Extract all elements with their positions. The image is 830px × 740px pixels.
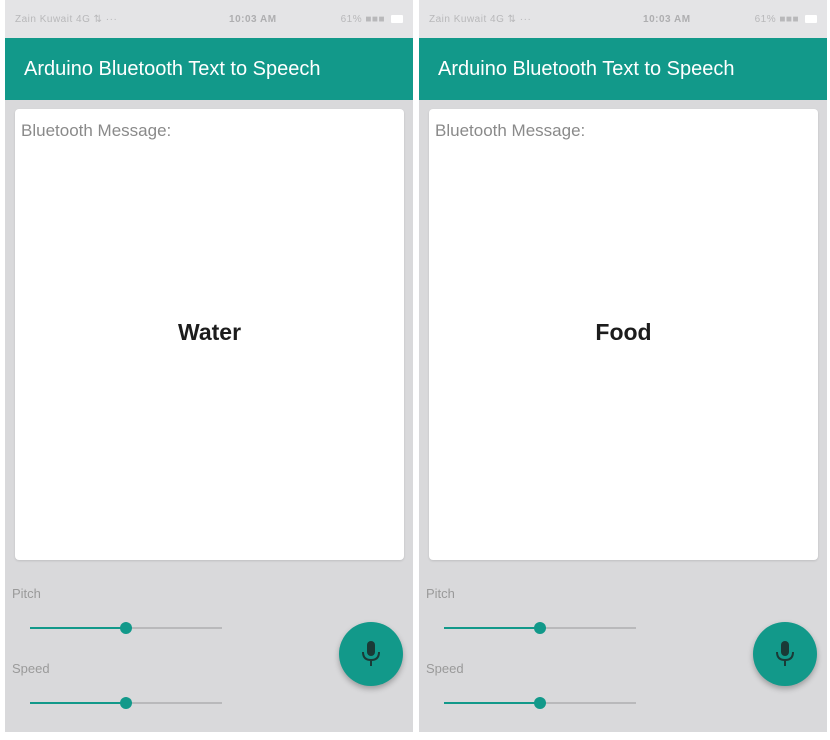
app-title: Arduino Bluetooth Text to Speech xyxy=(438,57,735,80)
pitch-label: Pitch xyxy=(12,586,41,601)
slider-fill xyxy=(444,702,540,704)
app-bar: Arduino Bluetooth Text to Speech xyxy=(419,38,827,100)
battery-indicator: 61% ■■■ xyxy=(755,14,817,25)
phone-screen-right: Zain Kuwait 4G ⇅ ··· 10:03 AM 61% ■■■ Ar… xyxy=(419,0,827,732)
microphone-button[interactable] xyxy=(753,622,817,686)
message-card: Bluetooth Message: Food xyxy=(429,109,818,560)
bluetooth-message-text: Food xyxy=(595,319,652,345)
speed-label: Speed xyxy=(12,661,50,676)
bluetooth-message-text: Water xyxy=(177,319,242,345)
phone-screen-left: Zain Kuwait 4G ⇅ ··· 10:03 AM 61% ■■■ Ar… xyxy=(5,0,413,732)
slider-fill xyxy=(30,702,126,704)
slider-thumb[interactable] xyxy=(120,622,132,634)
battery-text: 61% ■■■ xyxy=(754,13,799,25)
message-label: Bluetooth Message: xyxy=(435,121,586,140)
clock-text: 10:03 AM xyxy=(643,13,691,25)
clock-text: 10:03 AM xyxy=(229,13,277,25)
status-bar: Zain Kuwait 4G ⇅ ··· 10:03 AM 61% ■■■ xyxy=(5,0,413,38)
slider-fill xyxy=(30,627,126,629)
carrier-text: Zain Kuwait 4G ⇅ ··· xyxy=(429,13,532,25)
pitch-slider[interactable] xyxy=(444,621,636,635)
battery-indicator: 61% ■■■ xyxy=(341,14,403,25)
pitch-label: Pitch xyxy=(426,586,455,601)
microphone-icon xyxy=(776,641,794,666)
carrier-text: Zain Kuwait 4G ⇅ ··· xyxy=(15,13,118,25)
app-title: Arduino Bluetooth Text to Speech xyxy=(24,57,321,80)
message-card: Bluetooth Message: Water xyxy=(15,109,404,560)
microphone-icon xyxy=(362,641,380,666)
slider-thumb[interactable] xyxy=(120,697,132,709)
speed-slider[interactable] xyxy=(30,696,222,710)
microphone-button[interactable] xyxy=(339,622,403,686)
battery-icon xyxy=(805,15,817,23)
battery-icon xyxy=(391,15,403,23)
app-bar: Arduino Bluetooth Text to Speech xyxy=(5,38,413,100)
battery-text: 61% ■■■ xyxy=(340,13,385,25)
slider-fill xyxy=(444,627,540,629)
status-bar: Zain Kuwait 4G ⇅ ··· 10:03 AM 61% ■■■ xyxy=(419,0,827,38)
message-label: Bluetooth Message: xyxy=(21,121,172,140)
speed-slider[interactable] xyxy=(444,696,636,710)
speed-label: Speed xyxy=(426,661,464,676)
slider-thumb[interactable] xyxy=(534,697,546,709)
slider-thumb[interactable] xyxy=(534,622,546,634)
pitch-slider[interactable] xyxy=(30,621,222,635)
